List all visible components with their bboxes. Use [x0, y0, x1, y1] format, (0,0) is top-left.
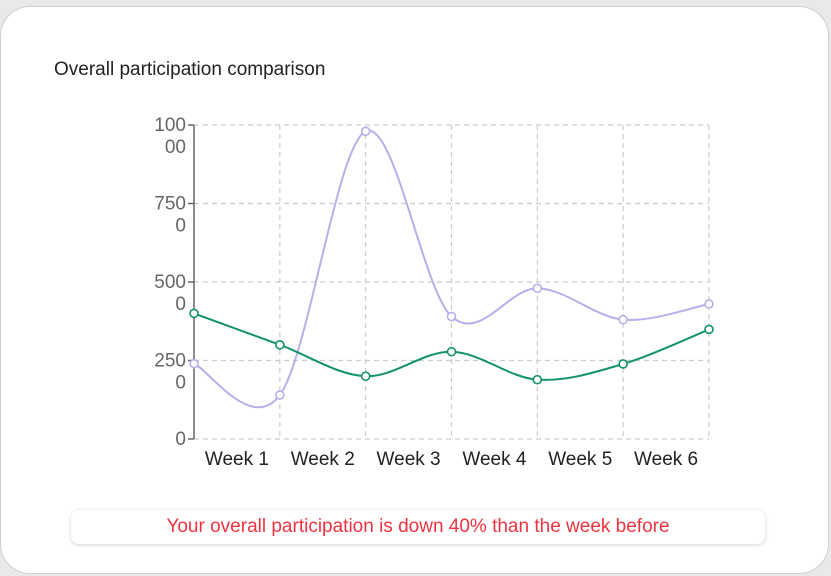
chart-card: Overall participation comparison 0 250 0 50…	[0, 6, 829, 574]
y-tick-label-line: 0	[175, 294, 186, 315]
data-point	[532, 283, 543, 294]
x-tick-label: Week 1	[205, 449, 269, 470]
data-point	[618, 314, 628, 325]
y-tick-label-line: 0	[175, 373, 186, 394]
status-message: Your overall participation is down 40% t…	[166, 516, 670, 537]
data-point	[360, 126, 371, 137]
data-point	[446, 346, 457, 357]
x-tick-label: Week 2	[291, 449, 355, 470]
y-tick-label: 250 0	[154, 351, 186, 394]
data-point	[189, 358, 199, 369]
y-tick-label: 750 0	[154, 194, 186, 237]
data-point	[618, 359, 628, 369]
data-point	[532, 374, 543, 385]
data-point	[189, 308, 199, 319]
y-tick-label-line: 0	[175, 216, 186, 237]
data-point	[704, 324, 714, 335]
data-point	[446, 311, 457, 322]
status-banner: Your overall participation is down 40% t…	[71, 510, 765, 544]
y-tick-label: 0	[175, 429, 186, 450]
y-tick-label-line: 750	[154, 194, 186, 215]
y-tick-label: 100 00	[154, 115, 186, 158]
participation-line-chart: 0250 0500 0750 0100 00Week 1 Week 2 Week 3 Week…	[154, 115, 714, 470]
y-tick-label-line: 0	[175, 429, 186, 450]
y-tick-label-line: 00	[165, 137, 186, 158]
y-tick-label-line: 500	[154, 272, 186, 293]
x-tick-label: Week 6	[634, 449, 698, 470]
x-tick-label: Week 3	[377, 449, 441, 470]
data-point	[275, 390, 285, 400]
x-tick-label: Week 4	[462, 449, 527, 470]
data-point	[275, 339, 285, 350]
x-tick-label: Week 5	[548, 449, 612, 470]
y-tick-label-line: 100	[154, 115, 186, 136]
data-point	[704, 299, 714, 309]
data-point	[360, 371, 371, 382]
y-tick-label-line: 250	[154, 351, 186, 372]
y-tick-label: 500 0	[154, 272, 186, 315]
